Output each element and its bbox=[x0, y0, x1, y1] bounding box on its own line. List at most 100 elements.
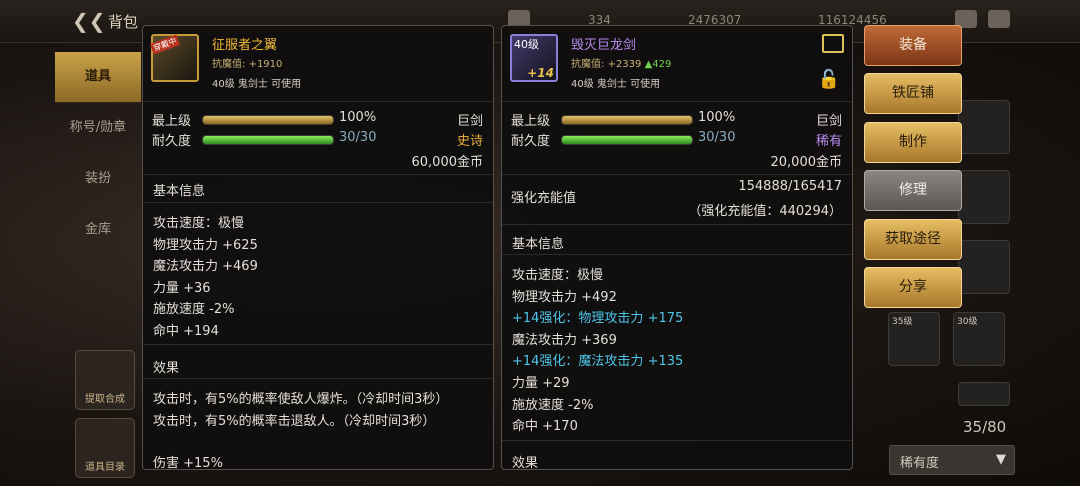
lock-icon[interactable]: 🔓 bbox=[818, 69, 840, 90]
grade-label: 最上级 bbox=[511, 114, 551, 129]
requirement: 40级 鬼剑士 可使用 bbox=[212, 79, 302, 90]
equipped-badge: 穿戴中 bbox=[149, 34, 181, 55]
stat-line: 力量 +29 bbox=[512, 376, 570, 391]
tab-vault[interactable]: 金库 bbox=[55, 205, 141, 256]
equip-button[interactable]: 装备 bbox=[864, 25, 962, 66]
anti-magic-label: 抗魔值: bbox=[571, 59, 605, 70]
enhance-level: +14 bbox=[527, 66, 554, 80]
tab-titles[interactable]: 称号/勋章 bbox=[55, 103, 141, 154]
inventory-slot[interactable] bbox=[958, 382, 1010, 406]
back-arrow-icon[interactable]: ❮❮ bbox=[72, 9, 106, 33]
divider bbox=[502, 440, 852, 441]
durability-value: 30/30 bbox=[339, 130, 377, 145]
charge-row: 强化充能值 154888/165417 bbox=[511, 179, 842, 206]
divider bbox=[143, 174, 493, 175]
inventory-slot[interactable] bbox=[958, 170, 1010, 224]
durability-bar bbox=[202, 135, 334, 145]
item-header: 40级 +14 毁灭巨龙剑 抗魔值: +2339 ▲429 40级 鬼剑士 可使… bbox=[502, 26, 852, 102]
durability-value: 30/30 bbox=[698, 130, 736, 145]
effect-title: 效果 bbox=[512, 456, 539, 470]
price-row: 20,000金币 bbox=[511, 151, 843, 170]
weapon-type: 巨剑 bbox=[815, 114, 842, 129]
rarity: 稀有 bbox=[815, 134, 842, 149]
effect-line: 攻击时，有5%的概率击退敌人。（冷却时间3秒） bbox=[153, 414, 436, 429]
durability-row: 耐久度 30/30 稀有 bbox=[511, 130, 842, 149]
anti-magic-value: +2339 bbox=[607, 59, 642, 70]
inventory-slot[interactable] bbox=[958, 240, 1010, 294]
basic-info-title: 基本信息 bbox=[512, 237, 565, 252]
weapon-type: 巨剑 bbox=[456, 114, 483, 129]
price: 20,000金币 bbox=[770, 155, 843, 170]
durability-label: 耐久度 bbox=[511, 134, 551, 149]
grade-bar bbox=[561, 115, 693, 125]
anti-magic-label: 抗魔值: bbox=[212, 59, 246, 70]
anti-magic-value: +1910 bbox=[248, 59, 283, 70]
obtain-route-button[interactable]: 获取途径 bbox=[864, 219, 962, 260]
stat-line: 魔法攻击力 +369 bbox=[512, 333, 617, 348]
stat-line: 命中 +194 bbox=[153, 324, 219, 339]
durability-row: 耐久度 30/30 史诗 bbox=[152, 130, 483, 149]
rarity: 史诗 bbox=[456, 134, 483, 149]
stat-line: 物理攻击力 +625 bbox=[153, 238, 258, 253]
chat-icon[interactable] bbox=[988, 10, 1010, 28]
anti-magic: 抗魔值: +1910 bbox=[212, 55, 282, 70]
inventory-slot[interactable]: 30级 bbox=[953, 312, 1005, 366]
slot-level: 30级 bbox=[957, 317, 978, 327]
price-row: 60,000金币 bbox=[152, 151, 484, 170]
stat-line: 魔法攻击力 +469 bbox=[153, 259, 258, 274]
blacksmith-button[interactable]: 铁匠铺 bbox=[864, 73, 962, 114]
charge-note-row: （强化充能值：440294） bbox=[511, 200, 842, 219]
divider bbox=[143, 202, 493, 203]
item-icon: 穿戴中 bbox=[149, 34, 199, 82]
stat-line: 施放速度 -2% bbox=[512, 398, 594, 413]
stat-line: 物理攻击力 +492 bbox=[512, 290, 617, 305]
share-icon[interactable] bbox=[822, 34, 844, 53]
inventory-count: 35/80 bbox=[963, 418, 1007, 436]
effect-line: 攻击时，有5%的概率使敌人爆炸。（冷却时间3秒） bbox=[153, 392, 449, 407]
divider bbox=[502, 254, 852, 255]
charge-value: 154888/165417 bbox=[738, 179, 842, 194]
tab-avatar[interactable]: 装扮 bbox=[55, 154, 141, 205]
tab-items[interactable]: 道具 bbox=[55, 52, 141, 103]
stat-line: 施放速度 -2% bbox=[153, 302, 235, 317]
anti-magic: 抗魔值: +2339 ▲429 bbox=[571, 55, 671, 70]
catalog-label: 道具目录 bbox=[85, 462, 125, 473]
repair-button[interactable]: 修理 bbox=[864, 170, 962, 211]
sort-label: 稀有度 bbox=[900, 456, 940, 471]
divider bbox=[502, 224, 852, 225]
item-level: 40级 bbox=[514, 38, 539, 51]
extract-button[interactable]: 提取合成 bbox=[75, 350, 135, 410]
slot-level: 35级 bbox=[892, 317, 913, 327]
requirement: 40级 鬼剑士 可使用 bbox=[571, 79, 661, 90]
anti-magic-diff: ▲429 bbox=[644, 59, 672, 70]
page-title: 背包 bbox=[108, 13, 139, 31]
equipped-item-tooltip: 穿戴中 征服者之翼 抗魔值: +1910 40级 鬼剑士 可使用 最上级 100… bbox=[142, 25, 494, 470]
share-button[interactable]: 分享 bbox=[864, 267, 962, 308]
stat-line: 攻击速度：极慢 bbox=[153, 216, 245, 231]
stat-line: 命中 +170 bbox=[512, 419, 578, 434]
item-name: 毁灭巨龙剑 bbox=[571, 38, 637, 53]
chevron-down-icon: ▼ bbox=[996, 452, 1006, 467]
grade-row: 最上级 100% 巨剑 bbox=[152, 110, 483, 129]
durability-label: 耐久度 bbox=[152, 134, 192, 149]
price: 60,000金币 bbox=[411, 155, 484, 170]
extract-label: 提取合成 bbox=[85, 394, 125, 405]
divider bbox=[143, 344, 493, 345]
grade-row: 最上级 100% 巨剑 bbox=[511, 110, 842, 129]
divider bbox=[143, 378, 493, 379]
craft-button[interactable]: 制作 bbox=[864, 122, 962, 163]
grade-percent: 100% bbox=[698, 110, 736, 125]
effect-line: 伤害 +15% bbox=[153, 456, 223, 470]
durability-bar bbox=[561, 135, 693, 145]
enhance-stat-line: +14强化：物理攻击力 +175 bbox=[512, 311, 684, 326]
grade-percent: 100% bbox=[339, 110, 377, 125]
item-catalog-button[interactable]: 道具目录 bbox=[75, 418, 135, 478]
sort-dropdown[interactable]: 稀有度 ▼ bbox=[889, 445, 1015, 475]
basic-info-title: 基本信息 bbox=[153, 184, 206, 199]
inventory-slot[interactable]: 35级 bbox=[888, 312, 940, 366]
stat-line: 力量 +36 bbox=[153, 281, 211, 296]
item-header: 穿戴中 征服者之翼 抗魔值: +1910 40级 鬼剑士 可使用 bbox=[143, 26, 493, 102]
inventory-slot[interactable] bbox=[958, 100, 1010, 154]
compared-item-tooltip: 40级 +14 毁灭巨龙剑 抗魔值: +2339 ▲429 40级 鬼剑士 可使… bbox=[501, 25, 853, 470]
enhance-stat-line: +14强化：魔法攻击力 +135 bbox=[512, 354, 684, 369]
